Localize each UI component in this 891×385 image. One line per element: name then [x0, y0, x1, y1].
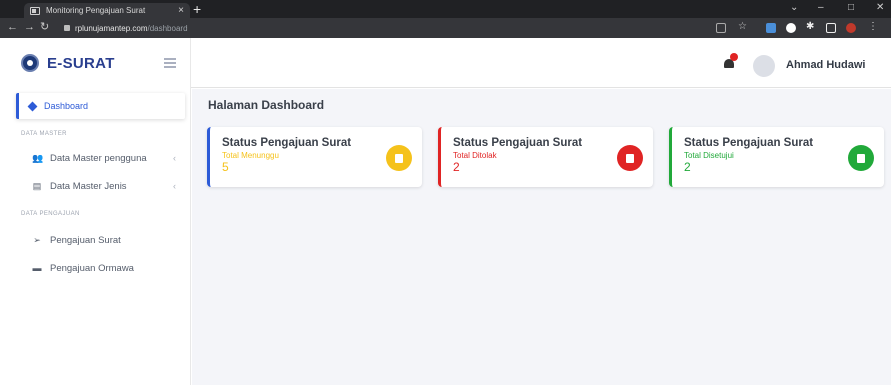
card-title: Status Pengajuan Surat — [222, 137, 352, 149]
sidebar-item-label: Data Master pengguna — [50, 152, 147, 164]
browser-tab-bar: Monitoring Pengajuan Surat × + ⌄ – □ ✕ — [0, 0, 891, 18]
card-subtitle: Total Ditolak — [453, 151, 497, 160]
section-heading-data-pengajuan: DATA PENGAJUAN — [21, 211, 80, 217]
reload-icon[interactable]: ↻ — [40, 21, 49, 34]
status-card-disetujui: Status Pengajuan Surat Total Disetujui 2 — [669, 127, 884, 187]
forward-icon[interactable]: → — [24, 21, 35, 34]
maximize-button[interactable]: □ — [848, 2, 854, 13]
logo-icon — [21, 54, 39, 72]
top-navbar: Ahmad Hudawi — [191, 38, 891, 88]
browser-menu-icon[interactable]: ⋮ — [868, 21, 878, 32]
database-icon: ▤ — [32, 180, 42, 191]
page-title: Halaman Dashboard — [208, 98, 325, 112]
sidebar-item-pengajuan-ormawa[interactable]: ▬ Pengajuan Ormawa — [32, 261, 182, 275]
tab-title: Monitoring Pengajuan Surat — [46, 6, 146, 15]
card-subtitle: Total Disetujui — [684, 151, 734, 160]
tab-close-button[interactable]: × — [178, 5, 184, 16]
dashboard-icon — [27, 101, 38, 111]
section-heading-data-master: DATA MASTER — [21, 131, 67, 137]
users-icon: 👥 — [32, 152, 44, 163]
menu-toggle-icon[interactable] — [164, 58, 176, 68]
avatar[interactable] — [753, 55, 775, 77]
sidebar-toggle-icon[interactable] — [826, 23, 836, 33]
card-title: Status Pengajuan Surat — [684, 137, 814, 149]
notification-badge — [730, 53, 738, 61]
document-icon: ▬ — [32, 263, 42, 273]
status-card-ditolak: Status Pengajuan Surat Total Ditolak 2 — [438, 127, 653, 187]
url-path: /dashboard — [147, 23, 188, 33]
close-window-button[interactable]: ✕ — [876, 2, 884, 13]
brand-name: E-SURAT — [47, 54, 115, 72]
card-value: 2 — [453, 160, 460, 174]
sidebar-item-label: Dashboard — [44, 101, 89, 111]
card-value: 5 — [222, 160, 229, 174]
share-icon[interactable] — [716, 23, 726, 33]
lock-icon — [64, 25, 70, 31]
sidebar-item-label: Data Master Jenis — [50, 180, 127, 192]
tab-favicon-icon — [30, 6, 40, 15]
send-icon: ➢ — [33, 234, 41, 245]
sidebar-item-pengajuan-surat[interactable]: ➢ Pengajuan Surat — [32, 233, 182, 247]
notification-bell-icon[interactable] — [723, 53, 738, 69]
browser-tab[interactable]: Monitoring Pengajuan Surat × — [24, 3, 190, 18]
sidebar-item-dashboard[interactable]: Dashboard — [16, 93, 185, 119]
chevron-left-icon: ‹ — [173, 181, 176, 191]
chevron-down-icon[interactable]: ⌄ — [790, 2, 798, 13]
sidebar-item-label: Pengajuan Surat — [50, 234, 121, 246]
minimize-button[interactable]: – — [818, 2, 824, 13]
extensions-puzzle-icon[interactable]: ✱ — [806, 21, 816, 32]
extension-icon[interactable] — [786, 23, 796, 33]
card-value: 2 — [684, 160, 691, 174]
status-card-menunggu: Status Pengajuan Surat Total Menunggu 5 — [207, 127, 422, 187]
card-title: Status Pengajuan Surat — [453, 137, 583, 149]
main-content: Halaman Dashboard Status Pengajuan Surat… — [192, 89, 891, 385]
brand[interactable]: E-SURAT — [0, 38, 191, 88]
thumbs-up-icon — [848, 145, 874, 171]
bookmark-star-icon[interactable]: ☆ — [738, 21, 748, 32]
chevron-left-icon: ‹ — [173, 153, 176, 163]
sidebar-item-label: Pengajuan Ormawa — [50, 262, 134, 274]
username[interactable]: Ahmad Hudawi — [786, 59, 865, 71]
back-icon[interactable]: ← — [7, 21, 18, 34]
card-subtitle: Total Menunggu — [222, 151, 279, 160]
browser-address-bar: ← → ↻ rplunujamantep.com /dashboard — [0, 18, 891, 38]
url-input[interactable]: rplunujamantep.com /dashboard — [56, 20, 696, 36]
file-icon — [386, 145, 412, 171]
sidebar-item-data-master-pengguna[interactable]: 👥 Data Master pengguna ‹ — [32, 151, 182, 165]
extension-icon[interactable] — [766, 23, 776, 33]
profile-avatar-icon[interactable] — [846, 23, 856, 33]
url-host: rplunujamantep.com — [75, 23, 148, 33]
sidebar-item-data-master-jenis[interactable]: ▤ Data Master Jenis ‹ — [32, 179, 182, 193]
new-tab-button[interactable]: + — [193, 2, 201, 16]
thumbs-down-icon — [617, 145, 643, 171]
sidebar: E-SURAT Dashboard DATA MASTER 👥 Data Mas… — [0, 38, 191, 385]
